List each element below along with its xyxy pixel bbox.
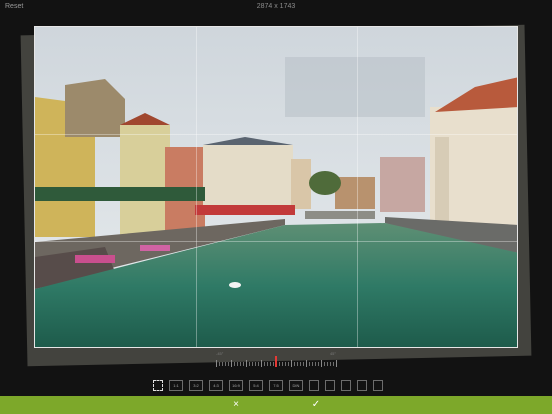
slider-tick xyxy=(234,362,235,366)
slider-tick xyxy=(312,362,313,366)
ratio-button[interactable]: DIN xyxy=(289,380,303,391)
slider-tick xyxy=(297,362,298,366)
slider-tick xyxy=(324,362,325,366)
grid-line-vertical-2 xyxy=(357,27,358,347)
slider-tick xyxy=(306,360,307,367)
slider-tick xyxy=(258,362,259,366)
slider-tick xyxy=(330,362,331,366)
slider-tick xyxy=(291,360,292,367)
straighten-slider[interactable]: -45° 45° xyxy=(216,351,337,369)
slider-tick xyxy=(267,362,268,366)
aspect-ratio-bar: 1:1 3:2 4:3 16:9 5:4 7:5 DIN xyxy=(0,378,552,394)
slider-tick xyxy=(315,362,316,366)
slider-tick xyxy=(231,360,232,367)
ratio-button[interactable]: 1:1 xyxy=(169,380,183,391)
slider-tick xyxy=(252,362,253,366)
image-dimensions: 2874 x 1743 xyxy=(256,3,296,10)
slider-tick xyxy=(303,362,304,366)
crop-area-photo[interactable] xyxy=(34,26,518,348)
slider-tick xyxy=(237,362,238,366)
cancel-button[interactable]: × xyxy=(221,396,251,414)
slider-tick xyxy=(300,362,301,366)
slider-tick xyxy=(285,362,286,366)
ratio-button[interactable] xyxy=(341,380,351,391)
slider-tick xyxy=(333,362,334,366)
slider-min-label: -45° xyxy=(216,351,224,356)
ratio-button[interactable] xyxy=(309,380,319,391)
ratio-button[interactable]: 3:2 xyxy=(189,380,203,391)
slider-tick xyxy=(219,362,220,366)
slider-tick xyxy=(222,362,223,366)
slider-tick xyxy=(228,362,229,366)
ratio-button[interactable]: 16:9 xyxy=(229,380,243,391)
slider-tick xyxy=(282,362,283,366)
top-toolbar: Reset 2874 x 1743 xyxy=(0,0,552,16)
ratio-button[interactable] xyxy=(325,380,335,391)
slider-tick xyxy=(336,360,337,367)
slider-tick xyxy=(240,362,241,366)
slider-tick xyxy=(249,362,250,366)
ratio-button[interactable] xyxy=(357,380,367,391)
slider-tick xyxy=(261,360,262,367)
slider-tick xyxy=(225,362,226,366)
slider-tick xyxy=(288,362,289,366)
action-bar: × ✓ xyxy=(0,396,552,414)
slider-tick xyxy=(309,362,310,366)
ratio-button[interactable] xyxy=(373,380,383,391)
slider-needle[interactable] xyxy=(275,356,277,367)
canal-town-photo xyxy=(35,27,517,347)
slider-tick xyxy=(273,362,274,366)
slider-tick xyxy=(216,360,217,367)
slider-tick xyxy=(264,362,265,366)
slider-tick xyxy=(243,362,244,366)
slider-tick xyxy=(294,362,295,366)
slider-tick xyxy=(279,362,280,366)
slider-max-label: 45° xyxy=(329,351,336,356)
slider-tick xyxy=(270,362,271,366)
slider-tick xyxy=(318,362,319,366)
slider-tick xyxy=(246,360,247,367)
slider-tick xyxy=(327,362,328,366)
ratio-button[interactable]: 7:5 xyxy=(269,380,283,391)
confirm-button[interactable]: ✓ xyxy=(301,396,331,414)
ratio-button[interactable]: 5:4 xyxy=(249,380,263,391)
grid-line-horizontal-2 xyxy=(35,241,517,242)
grid-line-vertical-1 xyxy=(196,27,197,347)
ratio-free-button[interactable] xyxy=(153,380,163,391)
grid-line-horizontal-1 xyxy=(35,134,517,135)
slider-tick xyxy=(321,360,322,367)
slider-tick xyxy=(255,362,256,366)
ratio-button[interactable]: 4:3 xyxy=(209,380,223,391)
